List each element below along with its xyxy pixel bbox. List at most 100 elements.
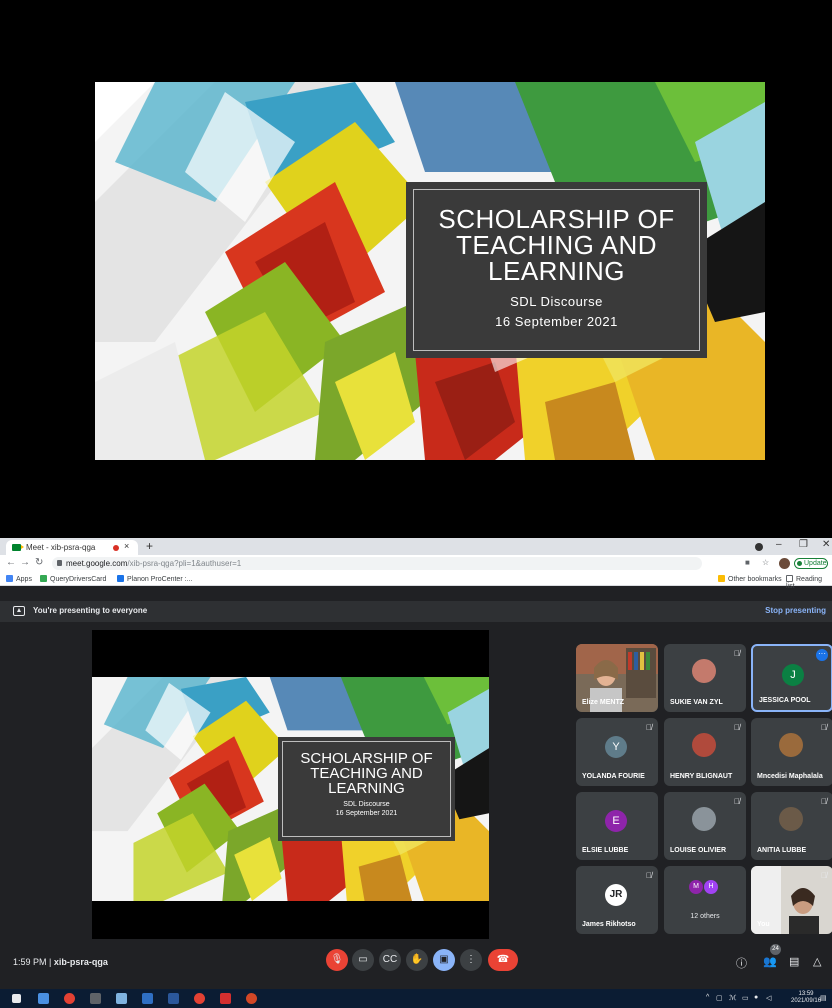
avatar xyxy=(779,733,803,757)
volume-icon[interactable]: ◁ xyxy=(766,994,771,1002)
reading-list[interactable]: Reading list xyxy=(786,575,832,590)
tray-app-icon[interactable]: ▢ xyxy=(716,994,723,1002)
participant-tile[interactable]: 🎙̸ Y YOLANDA FOURIE xyxy=(576,718,658,786)
language-icon[interactable]: ℳ xyxy=(729,994,737,1002)
tray-chevron-icon[interactable]: ^ xyxy=(706,994,709,1001)
avatar xyxy=(692,733,716,757)
tab-strip: Meet - xib-psra-qga × + – ❐ ✕ xyxy=(0,538,832,555)
restore-icon[interactable]: ❐ xyxy=(799,539,808,550)
stop-presenting-button[interactable]: Stop presenting xyxy=(765,606,826,615)
new-tab-button[interactable]: + xyxy=(146,539,153,553)
taskbar-clock[interactable]: 13:59 2021/09/16 xyxy=(791,991,821,1005)
file-explorer-icon[interactable] xyxy=(38,993,49,1004)
shared-screen: SCHOLARSHIP OF TEACHING AND LEARNING SDL… xyxy=(92,630,489,945)
outlook-icon[interactable] xyxy=(142,993,153,1004)
participant-tile[interactable]: 🎙̸ LOUISE OLIVIER xyxy=(664,792,746,860)
notifications-icon[interactable]: ▤ xyxy=(820,994,827,1002)
avatar: H xyxy=(704,880,718,894)
participant-name: LOUISE OLIVIER xyxy=(670,847,727,854)
participant-tile[interactable]: 🎙̸ Mncedisi Maphalala xyxy=(751,718,832,786)
other-bookmarks-label: Other bookmarks xyxy=(728,576,782,583)
close-window-icon[interactable]: ✕ xyxy=(822,539,830,550)
participant-tile[interactable]: E ELSIE LUBBE xyxy=(576,792,658,860)
bookmark-icon xyxy=(117,575,124,582)
update-button[interactable]: Update xyxy=(794,558,828,569)
captions-button[interactable]: CC xyxy=(379,949,401,971)
tab-meet[interactable]: Meet - xib-psra-qga × xyxy=(6,540,138,555)
tab-close-button[interactable]: × xyxy=(124,541,129,551)
camera-in-use-icon[interactable]: ■ xyxy=(745,558,750,567)
minimize-icon[interactable]: – xyxy=(776,539,782,550)
bookmarks-bar: Apps QueryDriversCard Planon ProCenter :… xyxy=(0,572,832,590)
more-options-button[interactable]: ⋮ xyxy=(460,949,482,971)
mic-off-icon: 🎙̸ xyxy=(734,649,740,658)
paint-icon[interactable] xyxy=(116,993,127,1004)
avatar: JR xyxy=(605,884,627,906)
info-separator: | xyxy=(49,957,52,967)
others-tile[interactable]: M H 12 others xyxy=(664,866,746,934)
mic-off-icon: 🎙̸ xyxy=(821,871,827,880)
participant-tile[interactable]: Elize MENTZ xyxy=(576,644,658,712)
participant-tile[interactable]: 🎙̸ ANITIA LUBBE xyxy=(751,792,832,860)
avatar: E xyxy=(605,810,627,832)
more-options-icon[interactable]: ··· xyxy=(816,649,828,661)
raise-hand-button[interactable]: ✋ xyxy=(406,949,428,971)
clock-time: 13:59 xyxy=(798,991,814,997)
self-view-tile[interactable]: 🎙̸ You xyxy=(751,866,832,934)
apps-grid-icon xyxy=(6,575,13,582)
lock-icon xyxy=(57,560,62,566)
present-now-button[interactable]: ▣ xyxy=(433,949,455,971)
meeting-code: xib-psra-qga xyxy=(53,957,108,967)
acrobat-icon[interactable] xyxy=(220,993,231,1004)
calculator-icon[interactable] xyxy=(90,993,101,1004)
bookmark-planon[interactable]: Planon ProCenter :... xyxy=(117,575,192,583)
network-icon[interactable]: ▭ xyxy=(742,994,749,1002)
avatar xyxy=(692,659,716,683)
profile-avatar[interactable] xyxy=(779,558,790,569)
windows-taskbar: ^ ▢ ℳ ▭ ● ◁ 13:59 2021/09/16 ▤ xyxy=(0,989,832,1008)
mic-off-icon: 🎙̸ xyxy=(821,723,827,732)
meeting-details-icon[interactable]: ⓘ xyxy=(736,955,747,971)
people-icon[interactable]: 👥 xyxy=(763,955,777,968)
chrome-icon[interactable] xyxy=(194,993,205,1004)
mic-off-icon: 🎙̸ xyxy=(821,797,827,806)
activities-icon[interactable]: △ xyxy=(813,955,821,968)
participant-tile[interactable]: ··· J JESSICA POOL xyxy=(751,644,832,712)
powerpoint-icon[interactable] xyxy=(246,993,257,1004)
clock-date: 2021/09/16 xyxy=(791,998,822,1004)
chrome-icon[interactable] xyxy=(64,993,75,1004)
presenting-banner: You're presenting to everyone Stop prese… xyxy=(0,601,832,622)
url-input[interactable]: meet.google.com/xib-psra-qga?pli=1&authu… xyxy=(52,557,702,570)
other-bookmarks[interactable]: Other bookmarks xyxy=(718,575,782,583)
participant-name: James Rikhotso xyxy=(582,921,636,928)
bookmark-apps[interactable]: Apps xyxy=(6,575,32,583)
chat-icon[interactable]: ▤ xyxy=(789,955,799,968)
participant-name: You xyxy=(757,921,770,928)
reload-icon[interactable]: ↻ xyxy=(35,557,43,568)
forward-icon[interactable]: → xyxy=(20,557,30,568)
participant-name: YOLANDA FOURIE xyxy=(582,773,645,780)
mic-off-icon: 🎙̸ xyxy=(734,797,740,806)
camera-toggle-button[interactable]: ▭ xyxy=(352,949,374,971)
mic-toggle-button[interactable]: 🎙 xyxy=(326,949,348,971)
address-bar-row: ← → ↻ meet.google.com/xib-psra-qga?pli=1… xyxy=(0,555,832,572)
profile-indicator-icon[interactable] xyxy=(755,543,763,551)
participant-name: Mncedisi Maphalala xyxy=(757,773,823,780)
participant-tile[interactable]: 🎙̸ HENRY BLIGNAUT xyxy=(664,718,746,786)
participant-name: ANITIA LUBBE xyxy=(757,847,807,854)
back-icon[interactable]: ← xyxy=(6,557,16,568)
participant-name: JESSICA POOL xyxy=(759,697,811,704)
windows-start-icon[interactable] xyxy=(12,994,21,1003)
participant-name: HENRY BLIGNAUT xyxy=(670,773,733,780)
leave-call-button[interactable]: ☎ xyxy=(488,949,518,971)
microphone-icon[interactable]: ● xyxy=(754,994,758,1001)
word-icon[interactable] xyxy=(168,993,179,1004)
participant-tile[interactable]: 🎙̸ SUKIE VAN ZYL xyxy=(664,644,746,712)
bookmark-querydriverscard[interactable]: QueryDriversCard xyxy=(40,575,106,583)
participant-count-badge: 24 xyxy=(770,944,781,955)
presentation-slide-large: SCHOLARSHIP OF TEACHING AND LEARNING SDL… xyxy=(95,82,765,460)
star-icon[interactable]: ☆ xyxy=(762,558,769,567)
participant-tile[interactable]: 🎙̸ JR James Rikhotso xyxy=(576,866,658,934)
slide-title-frame xyxy=(282,741,451,837)
meeting-controls: 1:59 PM | xib-psra-qga 🎙 ▭ CC ✋ ▣ ⋮ ☎ ⓘ … xyxy=(0,939,832,989)
